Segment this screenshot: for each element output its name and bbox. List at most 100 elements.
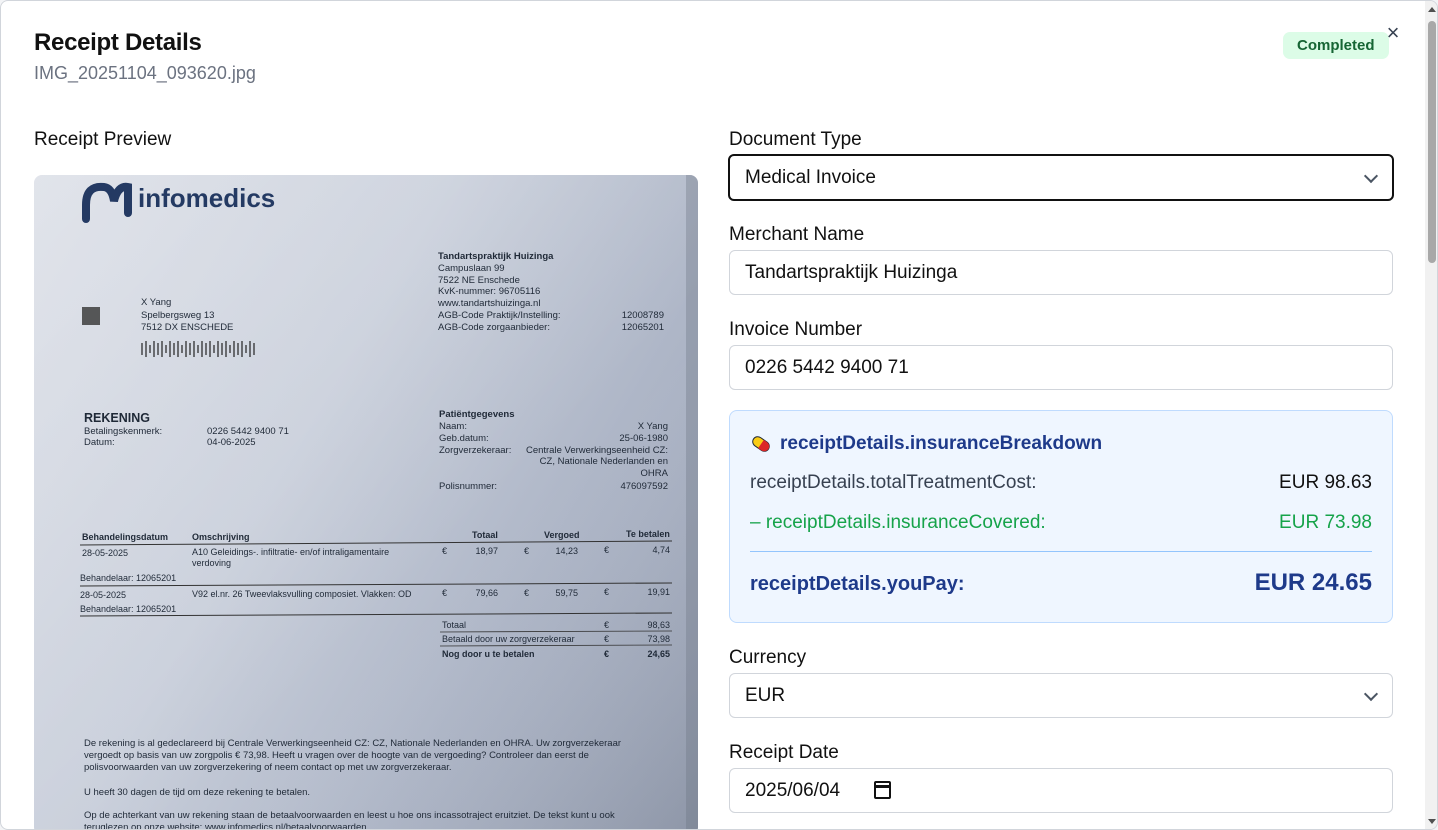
insurance-covered-label: – receiptDetails.insuranceCovered: — [750, 512, 1046, 533]
total-cost-value: EUR 98.63 — [1279, 472, 1372, 493]
doc-pg-label: Zorgverzekeraar: — [439, 445, 511, 456]
doc-provider-line: www.tandartshuizinga.nl — [437, 298, 540, 309]
receipt-details-modal: Receipt Details IMG_20251104_093620.jpg … — [0, 0, 1438, 830]
doc-th: Behandelingsdatum — [82, 532, 168, 542]
receipt-preview-label: Receipt Preview — [34, 129, 172, 150]
doc-euro: € — [524, 546, 529, 556]
doc-row-vergoed: 14,23 — [555, 546, 578, 556]
doc-row-desc: verdoving — [192, 558, 231, 568]
doc-betaling-label: Betalingskenmerk: — [84, 426, 162, 437]
invoice-number-label: Invoice Number — [729, 319, 863, 340]
you-pay-label: receiptDetails.youPay: — [750, 573, 965, 595]
doc-agb-value: 12065201 — [622, 322, 664, 333]
doc-agb-label: AGB-Code Praktijk/Instelling: — [438, 310, 561, 321]
doc-row-date: 28-05-2025 — [80, 590, 126, 600]
doc-row-desc: V92 el.nr. 26 Tweevlaksvulling composiet… — [192, 589, 412, 599]
you-pay-row: receiptDetails.youPay: EUR 24.65 — [750, 569, 1372, 597]
doc-row-desc: A10 Geleidings-. infiltratie- en/of intr… — [192, 547, 389, 557]
you-pay-value: EUR 24.65 — [1254, 569, 1372, 596]
merchant-name-input[interactable]: Tandartspraktijk Huizinga — [729, 250, 1393, 295]
merchant-name-label: Merchant Name — [729, 224, 865, 245]
doc-footer-line: polisvoorwaarden van uw zorgverzekering … — [84, 762, 452, 773]
scroll-down-arrow-icon[interactable] — [1428, 819, 1436, 824]
doc-datum-value: 04-06-2025 — [207, 437, 256, 448]
doc-euro: € — [604, 587, 609, 597]
merchant-name-value: Tandartspraktijk Huizinga — [745, 262, 958, 283]
insurance-covered-value: EUR 73.98 — [1279, 512, 1372, 533]
doc-sum-value: 73,98 — [647, 634, 670, 644]
doc-euro: € — [442, 546, 447, 556]
doc-th: Te betalen — [626, 529, 670, 539]
invoice-number-input[interactable]: 0226 5442 9400 71 — [729, 345, 1393, 390]
doc-sum-label: Totaal — [442, 620, 466, 630]
doc-sum-label: Betaald door uw zorgverzekeraar — [442, 634, 575, 644]
doc-pg-value: 476097592 — [620, 481, 668, 492]
currency-value: EUR — [745, 685, 786, 706]
doc-sum-value: 24,65 — [647, 649, 670, 659]
doc-euro: € — [604, 649, 609, 659]
doc-footer-line: Op de achterkant van uw rekening staan d… — [84, 810, 615, 821]
calendar-icon[interactable] — [874, 781, 891, 799]
insurance-breakdown-title: receiptDetails.insuranceBreakdown — [750, 433, 1102, 455]
doc-row-date: 28-05-2025 — [82, 548, 128, 558]
doc-euro: € — [524, 588, 529, 598]
doc-sum-value: 98,63 — [647, 620, 670, 630]
doc-sum-label: Nog door u te betalen — [442, 649, 535, 659]
scroll-up-arrow-icon[interactable] — [1428, 7, 1436, 12]
doc-behandelaar: Behandelaar: 12065201 — [80, 604, 176, 614]
logo-text: infomedics — [138, 183, 275, 213]
doc-rekening: REKENING — [84, 411, 150, 425]
insurance-covered-row: – receiptDetails.insuranceCovered: EUR 7… — [750, 512, 1372, 534]
pill-icon — [750, 433, 772, 455]
invoice-number-value: 0226 5442 9400 71 — [745, 357, 909, 378]
insurance-breakdown-heading: receiptDetails.insuranceBreakdown — [780, 433, 1103, 454]
document-type-select[interactable]: Medical Invoice — [728, 154, 1394, 201]
doc-pg-label: Naam: — [439, 421, 467, 432]
doc-agb-value: 12008789 — [622, 310, 664, 321]
status-badge: Completed — [1283, 32, 1389, 59]
currency-select[interactable]: EUR — [729, 673, 1393, 718]
doc-footer-line: vergoedt op basis van uw zorgpolis € 73,… — [84, 750, 589, 761]
doc-row-totaal: 18,97 — [475, 546, 498, 556]
doc-pg-value: OHRA — [641, 468, 669, 479]
doc-agb-label: AGB-Code zorgaanbieder: — [438, 322, 550, 333]
doc-patient-line: 7512 DX ENSCHEDE — [141, 322, 233, 333]
doc-patient-line: X Yang — [141, 297, 171, 308]
doc-betaling-value: 0226 5442 9400 71 — [207, 426, 289, 437]
doc-footer-line: U heeft 30 dagen de tijd om deze rekenin… — [84, 787, 310, 798]
file-name: IMG_20251104_093620.jpg — [34, 63, 256, 83]
receipt-date-input[interactable]: 2025/06/04 — [729, 768, 1393, 813]
qr-code-icon — [82, 307, 100, 325]
doc-pg-value: 25-06-1980 — [619, 433, 668, 444]
document-type-value: Medical Invoice — [745, 167, 876, 188]
doc-euro: € — [604, 545, 609, 555]
doc-row-betalen: 19,91 — [647, 587, 670, 597]
doc-provider-line: 7522 NE Enschede — [438, 275, 520, 286]
document-type-label: Document Type — [729, 129, 862, 150]
doc-pg-label: Geb.datum: — [439, 433, 489, 444]
doc-provider-line: Campuslaan 99 — [438, 263, 505, 274]
modal-header: Receipt Details IMG_20251104_093620.jpg — [34, 29, 256, 84]
doc-row-betalen: 4,74 — [652, 545, 670, 555]
receipt-date-label: Receipt Date — [729, 742, 839, 763]
close-icon[interactable]: × — [1381, 21, 1405, 45]
total-cost-row: receiptDetails.totalTreatmentCost: EUR 9… — [750, 472, 1372, 494]
total-cost-label: receiptDetails.totalTreatmentCost: — [750, 472, 1037, 493]
doc-th: Totaal — [472, 530, 498, 540]
scrollbar[interactable] — [1425, 1, 1437, 829]
doc-euro: € — [604, 634, 609, 644]
doc-pg-label: Polisnummer: — [439, 481, 497, 492]
doc-euro: € — [442, 588, 447, 598]
doc-provider-name: Tandartspraktijk Huizinga — [438, 251, 554, 262]
doc-pg-value: X Yang — [638, 421, 668, 432]
insurance-breakdown-panel: receiptDetails.insuranceBreakdown receip… — [729, 410, 1393, 623]
doc-provider-line: KvK-nummer: 96705116 — [438, 286, 540, 297]
doc-footer-line: teruglezen op onze website: www.infomedi… — [84, 822, 369, 830]
scroll-thumb[interactable] — [1428, 21, 1436, 263]
doc-pg-value: CZ, Nationale Nederlanden en — [540, 456, 668, 467]
divider — [750, 551, 1372, 552]
doc-behandelaar: Behandelaar: 12065201 — [80, 573, 176, 583]
doc-pg-value: Centrale Verwerkingseenheid CZ: — [526, 445, 668, 456]
doc-footer-line: De rekening is al gedeclareerd bij Centr… — [84, 738, 621, 749]
doc-patient-line: Spelbergsweg 13 — [141, 310, 214, 321]
